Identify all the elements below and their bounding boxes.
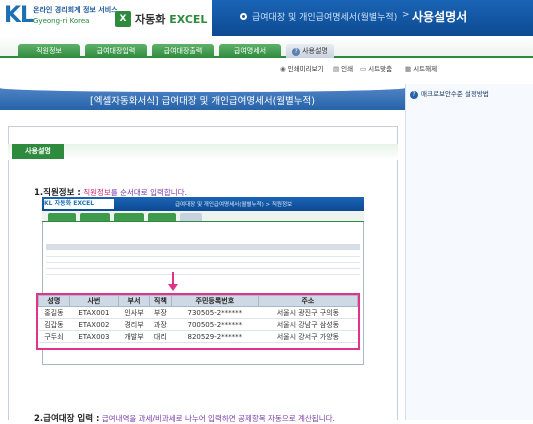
step-2-title: 2.급여대장 입력 : <box>34 414 100 424</box>
page-title: 사용설명서 <box>412 10 468 24</box>
brand: X 자동화 EXCEL <box>115 8 210 30</box>
cell-id: ETAX003 <box>69 330 119 343</box>
embedded-tab <box>180 213 202 221</box>
macro-security-help-label: 매크로보안수준 설정방법 <box>421 90 489 98</box>
macro-security-help-link[interactable]: ? 매크로보안수준 설정방법 <box>410 88 489 99</box>
fit-icon: ▭ <box>360 65 367 73</box>
embedded-grid-row <box>46 252 360 257</box>
section-bar <box>8 144 398 160</box>
print-preview-button[interactable]: ◉ 인쇄미리보기 <box>280 63 324 73</box>
question-icon: ? <box>292 48 301 56</box>
logo-tagline: 온라인 경리회계 정보 서비스 <box>33 6 118 14</box>
step-2-heading: 2.급여대장 입력 : 급여내역을 과세/비과세로 나누어 입력하면 공제항목 … <box>34 412 335 424</box>
embedded-tab <box>48 213 76 221</box>
column-header: 주민등록번호 <box>170 295 259 307</box>
cell-title: 과장 <box>149 318 172 331</box>
embedded-grid-header <box>46 244 360 250</box>
cell-address: 서울시 광진구 구의동 <box>258 306 358 319</box>
sheet-icon: ▦ <box>405 65 412 73</box>
embedded-grid-row <box>46 270 360 275</box>
logo-mark: KL <box>4 3 34 28</box>
banner-swoosh <box>0 84 405 92</box>
unprotect-sheet-label: 시트해제 <box>413 65 438 73</box>
circle-bullet-icon <box>240 13 247 20</box>
column-header: 부서 <box>118 295 150 307</box>
step-1-desc-text: 를 순서대로 입력합니다. <box>110 188 187 197</box>
embedded-grid-row <box>46 258 360 263</box>
print-label: 인쇄 <box>341 65 354 73</box>
cell-dept: 경리부 <box>118 318 150 331</box>
table-row: 홍길동 ETAX001 인사부 부장 730505-2****** 서울시 광진… <box>38 306 358 319</box>
tab-payslip[interactable]: 급여명세서 <box>219 44 281 58</box>
print-button[interactable]: ▤ 인쇄 <box>333 63 353 73</box>
printer-icon: ▤ <box>333 65 340 73</box>
cell-title: 부장 <box>149 306 172 319</box>
section-label: 사용설명 <box>12 144 64 159</box>
column-header: 직책 <box>148 295 172 307</box>
excel-icon: X <box>115 11 131 27</box>
toolbar <box>0 60 533 76</box>
cell-dept: 인사부 <box>118 306 150 319</box>
eye-icon: ◉ <box>280 65 286 73</box>
cell-name: 구두쇠 <box>38 330 70 343</box>
cell-rrn: 730505-2****** <box>171 306 259 319</box>
tab-payroll-input[interactable]: 급여대장입력 <box>85 44 147 58</box>
embedded-tab <box>148 213 176 221</box>
table-row: 구두쇠 ETAX003 개발부 대리 820529-2****** 서울시 강서… <box>38 330 358 343</box>
cell-address: 서울시 강서구 가양동 <box>258 330 358 343</box>
table-header-row: 성명 사번 부서 직책 주민등록번호 주소 <box>38 295 359 307</box>
column-header: 주소 <box>257 295 359 307</box>
brand-name-ko: 자동화 <box>135 13 166 26</box>
tab-payroll-output[interactable]: 급여대장출력 <box>152 44 214 58</box>
fit-sheet-label: 시트맞춤 <box>368 65 393 73</box>
step-1-highlight: 직원정보 <box>83 188 111 197</box>
logo-subtitle: Gyeong-ri Korea <box>33 17 90 25</box>
column-header: 사번 <box>68 295 120 307</box>
cell-address: 서울시 강남구 삼성동 <box>258 318 358 331</box>
embedded-logo: KL 자동화 EXCEL <box>44 199 114 209</box>
breadcrumb: 급여대장 및 개인급여명세서(월별누적) <box>252 13 398 23</box>
brand-name: 자동화 EXCEL <box>135 11 207 27</box>
callout-arrow-head <box>168 284 178 291</box>
cell-id: ETAX002 <box>69 318 119 331</box>
banner-title: [엑셀자동화서식] 급여대장 및 개인급여명세서(월별누적) <box>90 96 315 107</box>
cell-rrn: 700505-2****** <box>171 318 259 331</box>
cell-title: 대리 <box>149 330 172 343</box>
question-icon: ? <box>410 91 418 99</box>
cell-id: ETAX001 <box>69 306 119 319</box>
embedded-tab <box>80 213 110 221</box>
embedded-brand: 자동화 <box>54 200 72 207</box>
embedded-grid-row <box>46 264 360 269</box>
brand-name-excel: EXCEL <box>169 13 208 26</box>
tab-user-guide-label: 사용설명 <box>302 47 328 55</box>
embedded-tab <box>114 213 144 221</box>
step-1-desc: 직원정보를 순서대로 입력합니다. <box>81 188 187 197</box>
embedded-breadcrumb: 급여대장 및 개인급여명세서(월별누적) > 직원정보 <box>175 202 293 208</box>
column-header: 성명 <box>38 295 70 307</box>
tab-employee-info[interactable]: 직원정보 <box>18 44 80 58</box>
embedded-brand-suffix: EXCEL <box>73 200 95 207</box>
table-row: 김갑동 ETAX002 경리부 과장 700505-2****** 서울시 강남… <box>38 318 358 331</box>
cell-name: 김갑동 <box>38 318 70 331</box>
tab-user-guide[interactable]: ? 사용설명 <box>286 44 334 58</box>
fit-sheet-button[interactable]: ▭ 시트맞춤 <box>360 63 392 73</box>
cell-rrn: 820529-2****** <box>171 330 259 343</box>
logo[interactable]: KL <box>4 3 34 28</box>
step-2-desc: 급여내역을 과세/비과세로 나누어 입력하면 공제항목 자동으로 계산됩니다. <box>99 414 335 423</box>
print-preview-label: 인쇄미리보기 <box>287 65 324 73</box>
unprotect-sheet-button[interactable]: ▦ 시트해제 <box>405 63 437 73</box>
chevron-right-icon: > <box>402 10 410 20</box>
cell-name: 홍길동 <box>38 306 70 319</box>
employee-table: 성명 사번 부서 직책 주민등록번호 주소 홍길동 ETAX001 인사부 부장… <box>38 295 359 343</box>
cell-dept: 개발부 <box>118 330 150 343</box>
embedded-logo-mark: KL <box>44 200 53 207</box>
side-panel <box>405 84 533 420</box>
